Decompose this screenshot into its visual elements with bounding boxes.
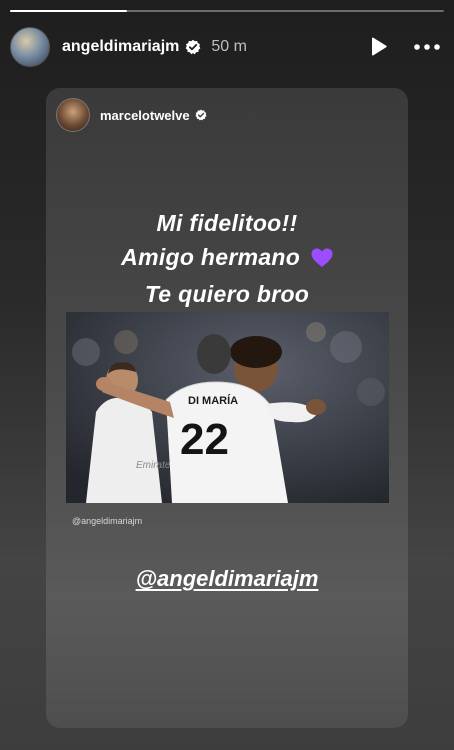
shared-photo[interactable]: Emirates DI MARÍA 22 — [66, 312, 389, 503]
story-username[interactable]: angeldimariajm — [62, 38, 179, 56]
more-options-button[interactable] — [412, 32, 442, 62]
play-icon — [372, 37, 387, 56]
story-message: Mi fidelitoo!! Amigo hermano Te quiero b… — [46, 206, 408, 311]
mention-sticker[interactable]: @angeldimariajm — [46, 566, 408, 592]
message-line-1: Mi fidelitoo!! — [156, 210, 298, 236]
shared-username[interactable]: marcelotwelve — [100, 108, 190, 123]
photo-credit: @angeldimariajm — [72, 516, 143, 526]
message-line-2-text: Amigo hermano — [121, 244, 301, 270]
message-line-3: Te quiero broo — [144, 281, 310, 307]
verified-badge-icon — [185, 39, 201, 55]
message-line-2: Amigo hermano — [46, 240, 408, 277]
post-time: 50 m — [211, 38, 247, 55]
shared-story-card[interactable]: marcelotwelve Mi fidelitoo!! Amigo herma… — [46, 88, 408, 728]
story-progress-bar — [10, 10, 444, 12]
shared-profile-avatar[interactable] — [56, 98, 90, 132]
story-viewer: angeldimariajm 50 m marcelotwelve Mi fid… — [0, 0, 454, 750]
shared-story-header: marcelotwelve — [56, 98, 207, 132]
photo-jersey-name: DI MARÍA — [188, 394, 238, 407]
photo-jersey-number: 22 — [180, 415, 229, 464]
profile-avatar[interactable] — [10, 27, 50, 67]
verified-badge-icon — [195, 109, 207, 121]
story-progress-fill — [10, 10, 128, 12]
story-header: angeldimariajm 50 m — [10, 27, 444, 67]
purple-heart-icon — [311, 243, 333, 277]
more-dots-icon — [414, 44, 440, 50]
photo-sponsor-text: Emirates — [136, 460, 175, 471]
play-button[interactable] — [364, 32, 394, 62]
